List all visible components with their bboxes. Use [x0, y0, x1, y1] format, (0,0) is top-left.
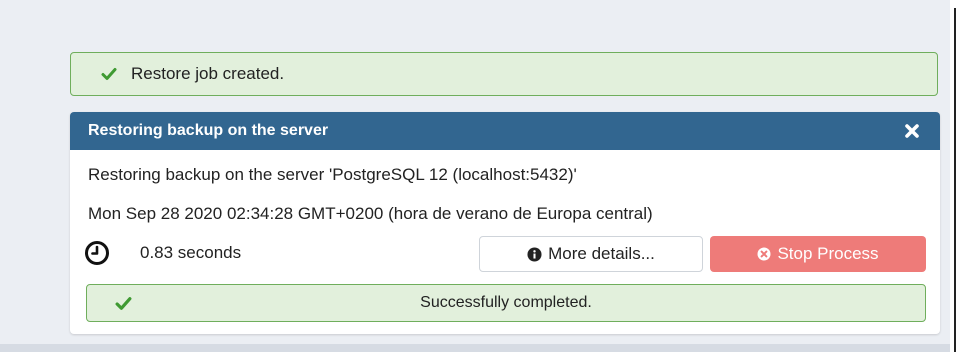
- stop-circle-icon: [757, 247, 771, 261]
- window-border: [954, 8, 956, 352]
- status-message: Successfully completed.: [420, 294, 592, 311]
- restore-description: Restoring backup on the server 'PostgreS…: [88, 165, 577, 184]
- panel-header: Restoring backup on the server: [70, 112, 940, 150]
- restore-job-toast: Restore job created.: [70, 52, 938, 96]
- restore-process-panel: Restoring backup on the server Restoring…: [70, 112, 940, 334]
- more-details-button[interactable]: More details...: [479, 236, 703, 272]
- info-icon: [527, 246, 542, 262]
- start-timestamp: Mon Sep 28 2020 02:34:28 GMT+0200 (hora …: [88, 204, 653, 223]
- bottom-strip: [0, 344, 950, 352]
- window-edge: [950, 0, 964, 352]
- status-banner: Successfully completed.: [86, 284, 926, 322]
- toast-message: Restore job created.: [131, 64, 285, 83]
- close-icon[interactable]: [904, 123, 920, 139]
- clock-icon: [85, 241, 109, 265]
- more-details-label: More details...: [548, 244, 655, 263]
- panel-title: Restoring backup on the server: [88, 122, 329, 139]
- check-icon: [101, 68, 117, 80]
- elapsed-time: 0.83 seconds: [140, 243, 242, 262]
- stop-process-button[interactable]: Stop Process: [710, 236, 926, 272]
- stop-process-label: Stop Process: [777, 244, 879, 263]
